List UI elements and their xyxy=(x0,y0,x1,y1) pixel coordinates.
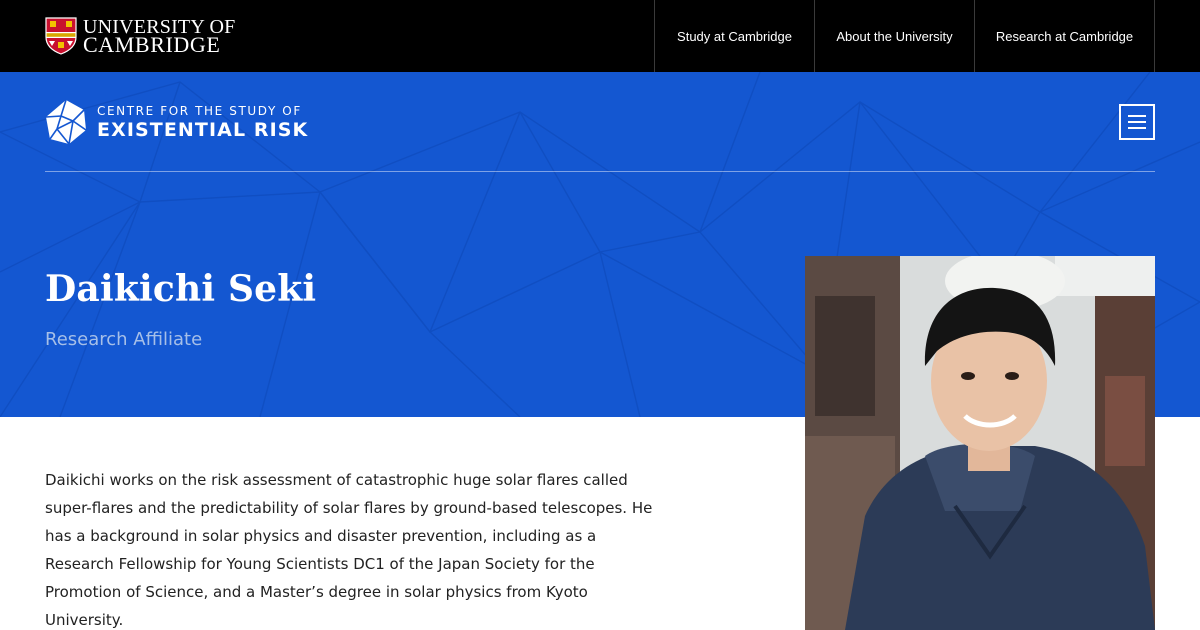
cser-wordmark-line1: CENTRE FOR THE STUDY OF xyxy=(97,103,302,118)
profile-photo-image xyxy=(805,256,1155,630)
cser-polyhedron-icon xyxy=(45,99,87,145)
university-wordmark: UNIVERSITY OF CAMBRIDGE xyxy=(83,17,235,57)
university-wordmark-line2: CAMBRIDGE xyxy=(83,32,221,57)
profile-photo xyxy=(805,256,1155,630)
hamburger-menu-icon xyxy=(1128,115,1146,117)
profile-bio: Daikichi works on the risk assessment of… xyxy=(45,471,653,629)
nav-study-at-cambridge[interactable]: Study at Cambridge xyxy=(654,0,814,72)
cser-logo[interactable]: CENTRE FOR THE STUDY OF EXISTENTIAL RISK xyxy=(45,99,308,145)
menu-button[interactable] xyxy=(1119,104,1155,140)
cser-wordmark: CENTRE FOR THE STUDY OF EXISTENTIAL RISK xyxy=(97,104,308,141)
nav-research-at-cambridge[interactable]: Research at Cambridge xyxy=(974,0,1155,72)
university-nav: Study at Cambridge About the University … xyxy=(654,0,1155,72)
nav-about-the-university[interactable]: About the University xyxy=(814,0,974,72)
header-divider xyxy=(45,171,1155,172)
hamburger-menu-icon-bar xyxy=(1128,121,1146,123)
profile-name: Daikichi Seki xyxy=(45,268,317,310)
university-logo[interactable]: UNIVERSITY OF CAMBRIDGE xyxy=(45,16,235,56)
university-shield-icon xyxy=(45,17,77,55)
hamburger-menu-icon-bar xyxy=(1128,127,1146,129)
university-topbar: UNIVERSITY OF CAMBRIDGE Study at Cambrid… xyxy=(0,0,1200,72)
cser-wordmark-line2: EXISTENTIAL RISK xyxy=(97,118,309,141)
profile-role: Research Affiliate xyxy=(45,329,203,350)
